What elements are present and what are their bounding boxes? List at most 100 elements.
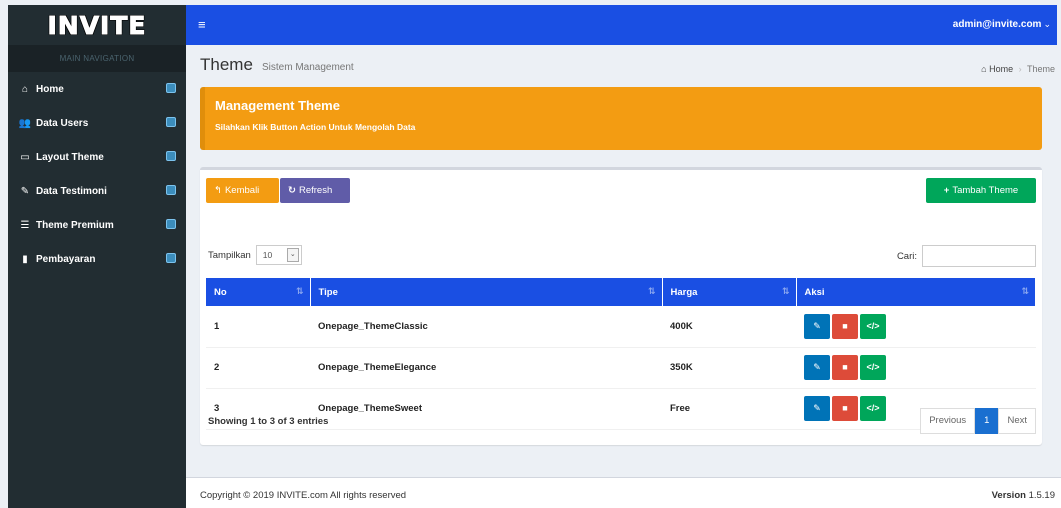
back-icon: ↰: [214, 185, 222, 196]
code-button[interactable]: </>: [860, 355, 886, 380]
column-label: Tipe: [318, 286, 338, 298]
sidebar-item-label: Theme Premium: [36, 219, 114, 231]
table-row: 2 Onepage_ThemeElegance 350K ✎ ■ </>: [206, 347, 1036, 389]
cell-harga: 350K: [662, 347, 796, 389]
add-theme-button[interactable]: + Tambah Theme: [926, 178, 1036, 203]
cell-harga: 400K: [662, 306, 796, 348]
cell-no: 2: [206, 347, 310, 389]
previous-button[interactable]: Previous: [920, 408, 976, 434]
delete-button[interactable]: ■: [832, 396, 858, 421]
page-title: Theme: [200, 55, 253, 74]
user-menu[interactable]: admin@invite.com ⌄: [953, 19, 1051, 30]
column-header-aksi[interactable]: Aksi ⇅: [796, 278, 1036, 306]
sidebar-item-pembayaran[interactable]: ▮ Pembayaran: [8, 242, 186, 276]
next-button[interactable]: Next: [998, 408, 1036, 434]
breadcrumb: ⌂ Home › Theme: [981, 64, 1055, 74]
search-input[interactable]: [922, 245, 1036, 267]
column-label: No: [214, 286, 227, 298]
page-subtitle: Sistem Management: [261, 62, 354, 73]
column-label: Harga: [670, 286, 698, 298]
code-button[interactable]: </>: [860, 313, 886, 339]
sidebar-item-label: Layout Theme: [36, 151, 104, 163]
sidebar-item-label: Data Users: [36, 117, 89, 129]
sort-icon[interactable]: ⇅: [296, 286, 304, 297]
plus-icon: +: [943, 185, 950, 196]
badge-icon: [166, 253, 176, 263]
length-label: Tampilkan: [208, 249, 251, 261]
refresh-icon: ↻: [288, 185, 296, 196]
search-control: Cari:: [897, 245, 1036, 267]
sidebar-item-home[interactable]: ⌂ Home: [8, 72, 186, 106]
back-button[interactable]: ↰ Kembali: [206, 178, 279, 203]
cell-aksi: ✎ ■ </>: [796, 347, 1036, 389]
version-number: 1.5.19: [1028, 490, 1055, 501]
logo[interactable]: INVITE: [8, 5, 186, 45]
column-label: Aksi: [804, 286, 825, 298]
cell-aksi: ✎ ■ </>: [796, 306, 1036, 348]
cell-tipe: Onepage_ThemeClassic: [310, 306, 662, 348]
sort-icon[interactable]: ⇅: [648, 286, 656, 297]
logo-text: INVITE: [47, 10, 147, 40]
content-header: Theme Sistem Management ⌂ Home › Theme: [200, 55, 1061, 81]
refresh-button[interactable]: ↻ Refresh: [280, 178, 350, 203]
edit-button[interactable]: ✎: [804, 355, 830, 380]
callout-warning: Management Theme Silahkan Klik Button Ac…: [200, 87, 1042, 150]
back-button-label: Kembali: [224, 185, 260, 196]
badge-icon: [166, 83, 176, 93]
home-icon: ⌂: [981, 64, 987, 74]
chevron-down-icon: ⌄: [286, 248, 299, 262]
desktop-icon: ▭: [20, 151, 30, 163]
navbar: ≡ admin@invite.com ⌄: [186, 5, 1057, 45]
column-header-no[interactable]: No ⇅: [206, 278, 311, 306]
sidebar-item-data-testimoni[interactable]: ✎ Data Testimoni: [8, 174, 186, 208]
sidebar-header: MAIN NAVIGATION: [8, 45, 186, 72]
table-row: 1 Onepage_ThemeClassic 400K ✎ ■ </>: [206, 306, 1036, 348]
length-control: Tampilkan 10 ⌄: [208, 245, 302, 265]
top-bar: INVITE ≡ admin@invite.com ⌄: [0, 0, 1061, 45]
edit-button[interactable]: ✎: [804, 396, 830, 421]
breadcrumb-home[interactable]: Home: [989, 64, 1013, 74]
badge-icon: [166, 151, 176, 161]
callout-text: Silahkan Klik Button Action Untuk Mengol…: [215, 122, 416, 132]
version-info: Version 1.5.19: [992, 490, 1055, 501]
breadcrumb-separator: ›: [1018, 64, 1022, 74]
copyright: Copyright © 2019 INVITE.com All rights r…: [200, 490, 407, 501]
version-label: Version: [991, 490, 1026, 501]
breadcrumb-current: Theme: [1026, 64, 1055, 74]
callout-title: Management Theme: [215, 98, 340, 113]
sidebar-item-label: Pembayaran: [36, 253, 96, 265]
list-icon: ☰: [20, 219, 30, 231]
chevron-down-icon: ⌄: [1043, 19, 1051, 29]
delete-button[interactable]: ■: [832, 355, 858, 380]
cell-tipe: Onepage_ThemeSweet: [310, 388, 662, 430]
cell-no: 1: [206, 306, 310, 348]
content-wrapper: Theme Sistem Management ⌂ Home › Theme M…: [186, 45, 1061, 508]
sort-icon[interactable]: ⇅: [782, 286, 790, 297]
cell-tipe: Onepage_ThemeElegance: [310, 347, 662, 389]
file-icon: ▮: [22, 253, 28, 265]
sidebar-item-theme-premium[interactable]: ☰ Theme Premium: [8, 208, 186, 242]
length-value: 10: [262, 250, 273, 260]
table-info: Showing 1 to 3 of 3 entries: [208, 416, 329, 427]
delete-button[interactable]: ■: [832, 313, 858, 339]
sidebar-item-data-users[interactable]: 👥 Data Users: [8, 106, 186, 140]
home-icon: ⌂: [21, 83, 29, 95]
search-label: Cari:: [896, 250, 917, 262]
edit-button[interactable]: ✎: [804, 313, 830, 339]
column-header-tipe[interactable]: Tipe ⇅: [310, 278, 663, 306]
bars-icon[interactable]: ≡: [198, 17, 206, 32]
sort-icon[interactable]: ⇅: [1021, 286, 1029, 297]
theme-table-box: ↰ Kembali ↻ Refresh + Tambah Theme Tampi…: [200, 167, 1042, 445]
length-select[interactable]: 10 ⌄: [255, 245, 302, 265]
theme-table: No ⇅ Tipe ⇅ Harga ⇅ Aksi ⇅ 1 Onepage_ThemeCl…: [206, 278, 1036, 430]
table-row: 3 Onepage_ThemeSweet Free ✎ ■ </>: [206, 388, 1036, 430]
column-header-harga[interactable]: Harga ⇅: [662, 278, 797, 306]
users-icon: 👥: [18, 117, 32, 129]
sidebar-item-layout-theme[interactable]: ▭ Layout Theme: [8, 140, 186, 174]
table-header-row: No ⇅ Tipe ⇅ Harga ⇅ Aksi ⇅: [206, 278, 1036, 306]
badge-icon: [166, 219, 176, 229]
add-theme-button-label: Tambah Theme: [952, 185, 1019, 196]
page-button-1[interactable]: 1: [975, 408, 999, 434]
code-button[interactable]: </>: [860, 396, 886, 421]
cell-harga: Free: [662, 388, 796, 430]
